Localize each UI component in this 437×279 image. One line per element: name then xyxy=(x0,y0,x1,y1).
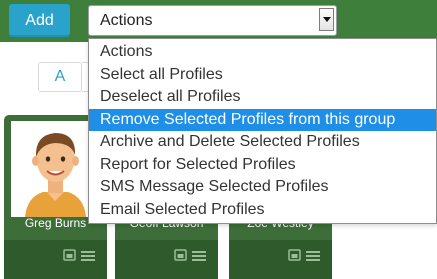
card-actions xyxy=(288,248,322,267)
letter-filter-a[interactable]: A xyxy=(38,62,82,92)
card-actions xyxy=(63,248,97,267)
option-report-selected[interactable]: Report for Selected Profiles xyxy=(89,154,436,177)
calendar-icon xyxy=(63,249,76,261)
toolbar: Add Actions xyxy=(0,0,437,42)
actions-select-value: Actions xyxy=(100,12,153,29)
menu-icon xyxy=(81,251,95,261)
card-footer xyxy=(229,240,332,279)
option-archive-delete-selected[interactable]: Archive and Delete Selected Profiles xyxy=(89,131,436,154)
calendar-icon xyxy=(288,249,301,261)
option-actions[interactable]: Actions xyxy=(89,41,436,64)
add-button[interactable]: Add xyxy=(9,4,70,37)
menu-icon xyxy=(306,251,320,261)
menu-icon xyxy=(192,251,206,261)
actions-select[interactable]: Actions xyxy=(88,5,337,36)
option-remove-selected-profiles[interactable]: Remove Selected Profiles from this group xyxy=(89,108,436,131)
dropdown-arrow-icon[interactable] xyxy=(319,8,334,31)
card-footer xyxy=(4,240,107,279)
actions-dropdown-list: Actions Select all Profiles Deselect all… xyxy=(88,38,437,224)
card-footer xyxy=(115,240,218,279)
profile-photo xyxy=(11,121,100,217)
card-actions xyxy=(174,248,208,267)
calendar-icon xyxy=(174,249,187,261)
option-sms-selected[interactable]: SMS Message Selected Profiles xyxy=(89,176,436,199)
option-deselect-all-profiles[interactable]: Deselect all Profiles xyxy=(89,86,436,109)
option-select-all-profiles[interactable]: Select all Profiles xyxy=(89,64,436,87)
option-email-selected[interactable]: Email Selected Profiles xyxy=(89,199,436,222)
